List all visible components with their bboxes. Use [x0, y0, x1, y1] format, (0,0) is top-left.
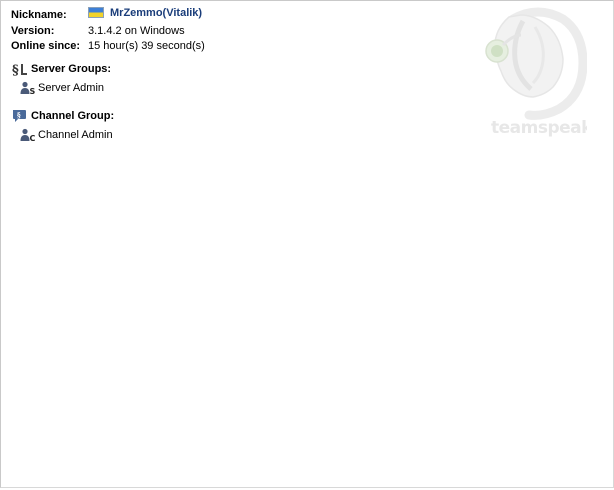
- nickname-value[interactable]: MrZemmo(Vitalik): [110, 6, 202, 21]
- channel-group-icon: §: [12, 109, 27, 124]
- channel-group-header: § Channel Group:: [12, 108, 114, 124]
- version-value: 3.1.4.2 on Windows: [88, 25, 185, 37]
- server-groups-header: § Server Groups:: [12, 61, 111, 77]
- server-admin-icon: S: [20, 81, 36, 95]
- server-group-label: Server Admin: [38, 82, 105, 94]
- nickname-row: Nickname: MrZemmo(Vitalik): [11, 6, 205, 24]
- channel-group-section: § Channel Group: C Channel Admin: [12, 108, 114, 143]
- version-row: Version: 3.1.4.2 on Windows: [11, 24, 205, 39]
- server-group-item[interactable]: S Server Admin: [20, 80, 111, 96]
- channel-group-title: Channel Group:: [31, 110, 115, 122]
- watermark-wordmark: teamspeak3: [491, 118, 587, 138]
- nickname-value-cell: MrZemmo(Vitalik): [88, 6, 205, 24]
- nickname-label: Nickname:: [11, 8, 67, 21]
- online-since-label: Online since:: [11, 40, 81, 52]
- svg-text:C: C: [30, 134, 36, 142]
- online-since-value: 15 hour(s) 39 second(s): [88, 40, 205, 52]
- version-label: Version:: [11, 25, 55, 37]
- ukraine-flag-icon: [88, 7, 104, 18]
- client-info-table: Nickname: MrZemmo(Vitalik) Version: 3.1.…: [11, 6, 205, 54]
- online-row: Online since: 15 hour(s) 39 second(s): [11, 39, 205, 54]
- server-groups-section: § Server Groups: S Server Admin: [12, 61, 111, 96]
- nickname-wrap: MrZemmo(Vitalik): [88, 6, 202, 21]
- svg-text:S: S: [30, 87, 36, 95]
- client-info-panel: Nickname: MrZemmo(Vitalik) Version: 3.1.…: [0, 0, 614, 488]
- server-groups-title: Server Groups:: [31, 63, 112, 75]
- server-groups-icon: §: [12, 62, 27, 77]
- channel-admin-icon: C: [20, 128, 36, 142]
- teamspeak-logo-watermark: teamspeak3: [485, 7, 587, 138]
- channel-group-item[interactable]: C Channel Admin: [20, 127, 114, 143]
- svg-text:§: §: [17, 110, 21, 119]
- svg-text:§: §: [12, 63, 19, 77]
- channel-group-label: Channel Admin: [38, 129, 113, 141]
